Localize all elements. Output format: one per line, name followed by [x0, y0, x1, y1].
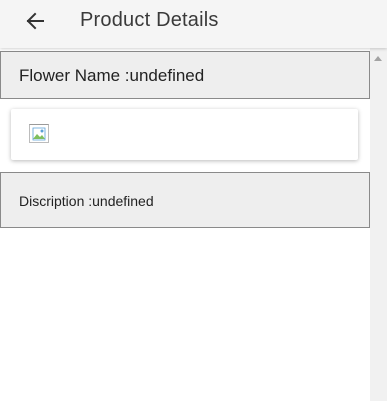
back-button[interactable] [20, 6, 50, 36]
description-label: Discription :undefined [19, 193, 154, 209]
top-app-bar: Product Details [0, 0, 387, 48]
app-window: Product Details Flower Name :undefined D… [0, 0, 387, 401]
product-image-card [11, 109, 358, 160]
arrow-left-icon [26, 12, 44, 30]
description-bar: Discription :undefined [0, 172, 370, 228]
page-title: Product Details [80, 9, 219, 31]
product-details-content: Flower Name :undefined Discription :unde… [0, 48, 370, 401]
vertical-scrollbar[interactable] [370, 48, 387, 401]
broken-image-icon [29, 124, 49, 143]
scroll-up-arrow-icon[interactable] [374, 56, 382, 61]
flower-name-bar: Flower Name :undefined [0, 51, 370, 99]
flower-name-label: Flower Name :undefined [19, 66, 205, 85]
